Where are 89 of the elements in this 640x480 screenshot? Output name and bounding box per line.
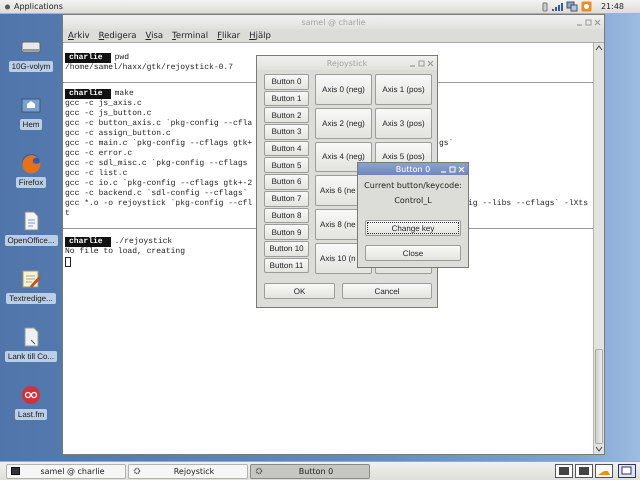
desktop-icon-label[interactable]: Last.fm	[14, 409, 48, 420]
update-icon[interactable]	[580, 1, 592, 12]
joystick-button[interactable]: Button 0	[264, 74, 309, 90]
applications-menu[interactable]: Applications	[14, 2, 63, 11]
globe-icon	[20, 152, 42, 174]
joystick-button[interactable]: Button 8	[264, 208, 309, 224]
output-line: No file to load, creating	[65, 247, 186, 257]
ok-button[interactable]: OK	[264, 283, 335, 299]
menu-item[interactable]: Arkiv	[68, 30, 90, 40]
chart-icon[interactable]	[595, 464, 613, 478]
axis-button[interactable]: Axis 2 (neg)	[315, 108, 372, 139]
output-line: gcc -c io.c `pkg-config --cflags gtk+-2	[65, 179, 252, 189]
keycode-value: Control_L	[394, 196, 432, 205]
command-text: make	[114, 89, 134, 99]
output-line: gcc *.o -o rejoystick `pkg-config --cfl	[65, 199, 252, 209]
taskbar-button[interactable]: Rejoystick	[128, 464, 248, 478]
output-line: gcc -c js_axis.c	[65, 99, 142, 109]
desktop-icon-label[interactable]: 10G-volym	[8, 61, 54, 72]
notepad-icon	[20, 268, 42, 290]
joystick-button[interactable]: Button 5	[264, 157, 309, 174]
output-line: gcc -c backend.c `sdl-config --cflags`	[65, 189, 248, 199]
axis-button[interactable]: Axis 0 (neg)	[315, 74, 372, 105]
output-line: gs`	[439, 139, 454, 149]
footprint-icon	[4, 3, 11, 10]
axis-button[interactable]: Axis 4 (neg)	[315, 142, 372, 172]
scroll-down-icon[interactable]	[594, 444, 604, 454]
maximize-icon[interactable]	[418, 60, 425, 66]
joystick-button[interactable]: Button 3	[264, 124, 309, 140]
workspace-icon[interactable]	[618, 464, 636, 478]
window-title: samel @ charlie	[301, 18, 366, 26]
menu-item[interactable]: Terminal	[172, 30, 208, 40]
desktop-icon-label[interactable]: Textredige...	[6, 293, 56, 304]
desktop-icon-label[interactable]: OpenOffice...	[4, 235, 58, 246]
joystick-button[interactable]: Button 7	[264, 190, 309, 206]
network-icon[interactable]	[566, 1, 578, 12]
gear-icon	[133, 467, 141, 475]
window-icon[interactable]	[555, 464, 573, 478]
menu-item[interactable]: Redigera	[98, 30, 136, 40]
window-title: Rejoystick	[326, 58, 368, 68]
joystick-button[interactable]: Button 9	[264, 224, 309, 240]
taskbar-button[interactable]: Button 0	[250, 464, 370, 478]
output-line: gcc -c error.c	[65, 149, 132, 159]
axis-button[interactable]: Axis 1 (pos)	[375, 74, 432, 105]
menu-item[interactable]: Flikar	[217, 30, 240, 40]
cancel-button[interactable]: Cancel	[342, 283, 432, 299]
window-title: Button 0	[396, 164, 430, 174]
music-icon	[20, 384, 42, 406]
scroll-thumb[interactable]	[595, 349, 603, 444]
scroll-up-icon[interactable]	[594, 43, 604, 53]
joystick-button[interactable]: Button 6	[264, 174, 309, 190]
output-line: gcc -c sdl_misc.c `pkg-config --cflags	[65, 159, 248, 169]
output-line: gcc -c list.c	[65, 169, 128, 179]
clock[interactable]: 21:48	[600, 2, 624, 11]
menu-item[interactable]: Hjälp	[249, 30, 271, 40]
output-line: gcc -c main.c `pkg-config --cflags gtk+	[65, 139, 252, 149]
command-text: ./rejoystick	[114, 237, 172, 247]
terminal-icon	[11, 467, 20, 475]
prompt-label: charlie	[65, 53, 111, 63]
taskbar-button[interactable]: samel @ charlie	[6, 464, 126, 478]
prompt-label: charlie	[65, 237, 111, 247]
joystick-button[interactable]: Button 10	[264, 240, 309, 257]
prompt-label: charlie	[65, 89, 111, 99]
dialog-button[interactable]: Close	[365, 245, 461, 261]
joystick-button[interactable]: Button 2	[264, 107, 309, 124]
desktop-icon-label[interactable]: Firefox	[16, 177, 46, 188]
gear-icon	[255, 467, 263, 475]
dialog-button[interactable]: Change key	[365, 220, 461, 236]
output-line: gcc -c assign_button.c	[65, 129, 171, 139]
output-line: ig --libs --cflags` -lXts	[468, 199, 588, 209]
close-icon[interactable]	[427, 60, 434, 66]
window-icon[interactable]	[575, 464, 593, 478]
battery-icon[interactable]	[542, 2, 548, 12]
close-icon[interactable]	[594, 18, 601, 26]
scrollbar[interactable]	[593, 43, 604, 454]
output-line: /home/samel/haxx/gtk/rejoystick-0.7	[65, 63, 234, 73]
maximize-icon[interactable]	[585, 18, 592, 26]
menu-item[interactable]: Visa	[146, 30, 164, 40]
joystick-button[interactable]: Button 4	[264, 140, 309, 156]
output-line: gcc -c button_axis.c `pkg-config --cfla	[65, 119, 252, 129]
joystick-button[interactable]: Button 11	[264, 258, 309, 274]
joystick-button[interactable]: Button 1	[264, 90, 309, 106]
desktop-icon-label[interactable]: Hem	[20, 119, 42, 130]
desktop-icon-label[interactable]: Lank till Co...	[4, 351, 58, 362]
output-line: t	[65, 209, 70, 219]
axis-button[interactable]: Axis 3 (pos)	[375, 108, 432, 139]
command-text: pwd	[114, 53, 130, 63]
output-line: gcc -c js_button.c	[65, 109, 152, 119]
signal-icon[interactable]	[550, 2, 563, 12]
text-cursor	[65, 257, 71, 267]
